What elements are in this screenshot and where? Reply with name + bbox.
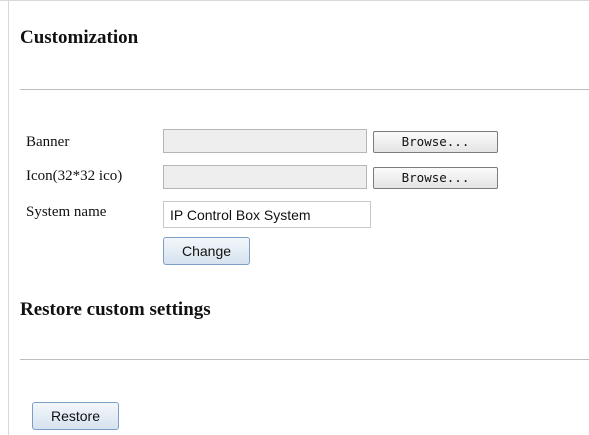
system-name-input[interactable] <box>163 201 371 228</box>
icon-file-field[interactable] <box>163 165 367 189</box>
banner-browse-button[interactable]: Browse... <box>373 131 498 153</box>
restore-divider <box>20 359 589 360</box>
restore-heading: Restore custom settings <box>20 299 211 320</box>
customization-divider <box>20 89 589 90</box>
banner-label: Banner <box>26 134 70 150</box>
customization-heading: Customization <box>20 27 139 48</box>
icon-label: Icon(32*32 ico) <box>26 168 123 184</box>
frame-top-border <box>0 0 589 1</box>
change-button[interactable]: Change <box>163 237 250 265</box>
restore-button[interactable]: Restore <box>32 402 119 430</box>
icon-browse-button[interactable]: Browse... <box>373 167 498 189</box>
frame-left-border <box>8 0 9 435</box>
banner-file-field[interactable] <box>163 129 367 153</box>
system-name-label: System name <box>26 204 107 220</box>
